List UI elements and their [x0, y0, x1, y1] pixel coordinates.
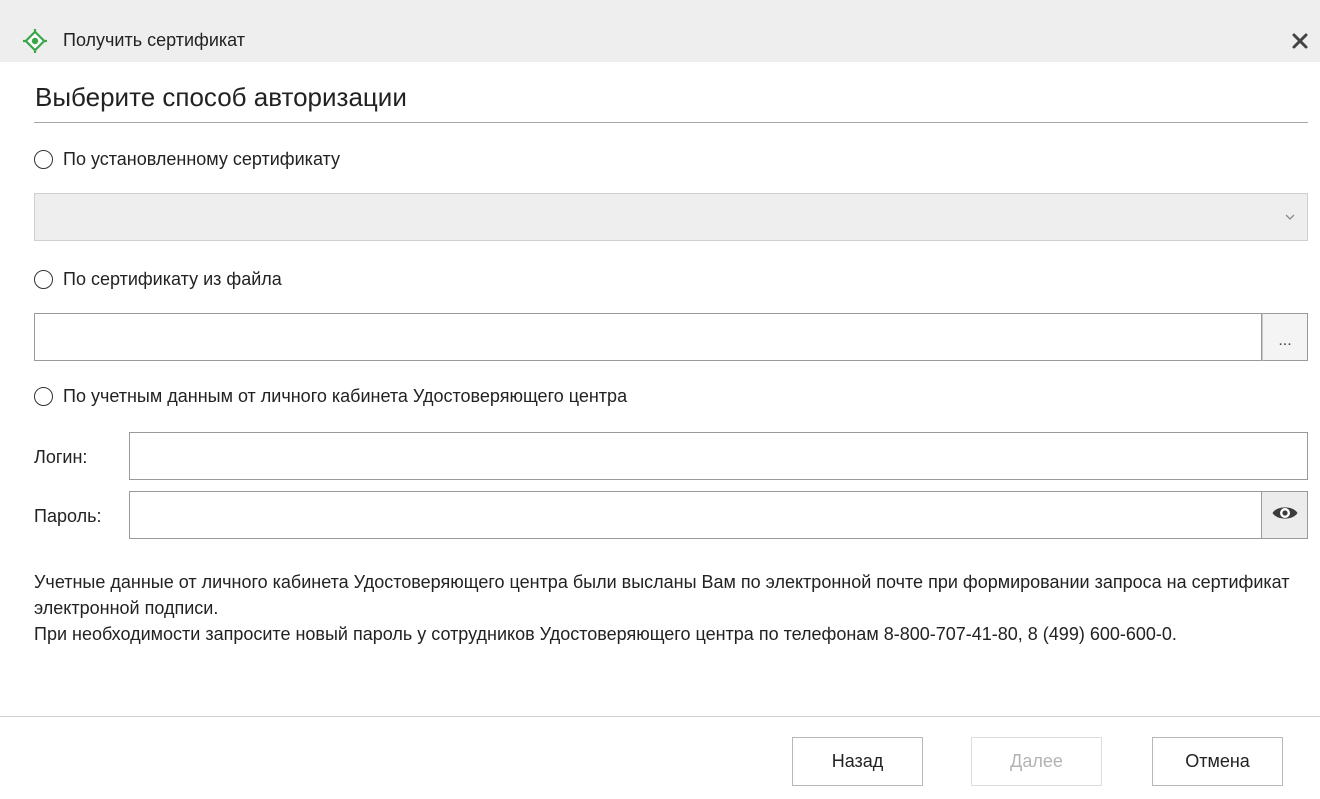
chevron-down-icon — [1283, 210, 1297, 224]
cancel-button[interactable]: Отмена — [1152, 737, 1283, 786]
page-title: Выберите способ авторизации — [35, 82, 407, 112]
footer-divider — [0, 716, 1320, 717]
radio-label: По сертификату из файла — [63, 268, 282, 289]
login-input[interactable] — [129, 432, 1308, 480]
radio-label: По учетным данным от личного кабинета Уд… — [63, 385, 628, 406]
get-certificate-dialog: Получить сертификат Выберите способ авто… — [0, 0, 1320, 799]
radio-label: По установленному сертификату — [63, 148, 341, 169]
heading-divider — [34, 122, 1308, 123]
radio-button[interactable] — [34, 386, 53, 406]
radio-button[interactable] — [34, 149, 53, 169]
radio-certificate-file[interactable]: По сертификату из файла — [34, 267, 282, 291]
next-button[interactable]: Далее — [971, 737, 1102, 786]
login-label: Логин: — [34, 447, 88, 467]
info-text: Учетные данные от личного кабинета Удост… — [34, 569, 1304, 647]
radio-installed-certificate[interactable]: По установленному сертификату — [34, 147, 340, 171]
show-password-button[interactable] — [1262, 491, 1308, 539]
radio-button[interactable] — [34, 269, 53, 289]
close-icon[interactable] — [1288, 29, 1312, 53]
info-paragraph: Учетные данные от личного кабинета Удост… — [34, 572, 1290, 618]
password-input[interactable] — [129, 491, 1262, 539]
title-bar: Получить сертификат — [0, 0, 1320, 62]
radio-credentials[interactable]: По учетным данным от личного кабинета Уд… — [34, 384, 627, 408]
eye-icon — [1271, 503, 1299, 528]
window-title: Получить сертификат — [63, 30, 246, 50]
browse-file-button[interactable]: ... — [1262, 313, 1308, 361]
installed-certificate-dropdown[interactable] — [34, 193, 1308, 241]
password-label: Пароль: — [34, 506, 102, 526]
back-button[interactable]: Назад — [792, 737, 923, 786]
certificate-file-path-input[interactable] — [34, 313, 1262, 361]
target-crosshair-icon — [22, 28, 48, 54]
info-paragraph: При необходимости запросите новый пароль… — [34, 624, 1177, 644]
